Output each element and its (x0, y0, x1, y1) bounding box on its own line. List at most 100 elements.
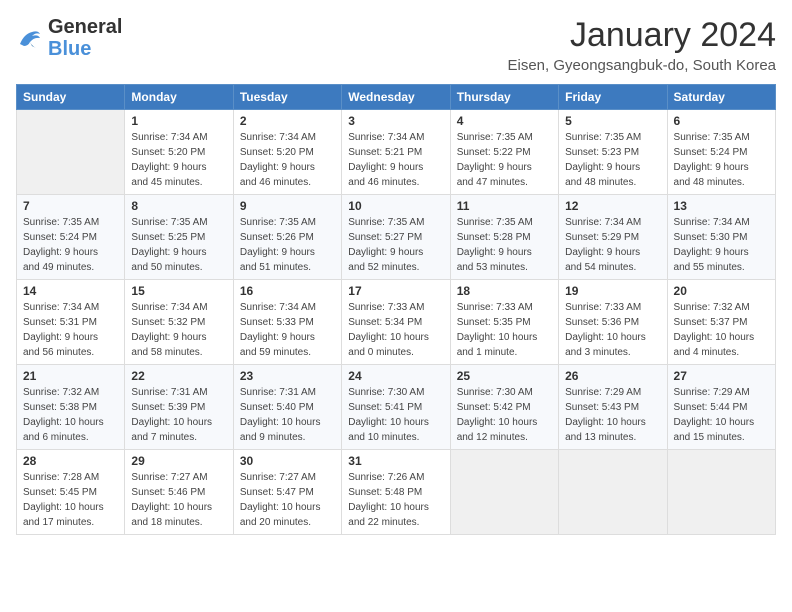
day-info: Sunrise: 7:28 AM Sunset: 5:45 PM Dayligh… (23, 470, 118, 530)
day-info: Sunrise: 7:33 AM Sunset: 5:34 PM Dayligh… (348, 300, 443, 360)
day-number: 14 (23, 284, 118, 298)
calendar-cell: 29 Sunrise: 7:27 AM Sunset: 5:46 PM Dayli… (125, 450, 233, 535)
calendar-cell: 24 Sunrise: 7:30 AM Sunset: 5:41 PM Dayli… (342, 365, 450, 450)
logo-icon (16, 24, 44, 52)
day-info: Sunrise: 7:35 AM Sunset: 5:28 PM Dayligh… (457, 215, 552, 275)
week-row-5: 28 Sunrise: 7:28 AM Sunset: 5:45 PM Dayli… (17, 450, 776, 535)
day-info: Sunrise: 7:34 AM Sunset: 5:31 PM Dayligh… (23, 300, 118, 360)
day-number: 25 (457, 369, 552, 383)
day-number: 7 (23, 199, 118, 213)
day-number: 28 (23, 454, 118, 468)
day-number: 29 (131, 454, 226, 468)
day-info: Sunrise: 7:34 AM Sunset: 5:33 PM Dayligh… (240, 300, 335, 360)
column-header-monday: Monday (125, 85, 233, 110)
logo-text: General Blue (48, 16, 122, 60)
day-number: 5 (565, 114, 660, 128)
calendar-cell: 8 Sunrise: 7:35 AM Sunset: 5:25 PM Daylig… (125, 195, 233, 280)
day-number: 16 (240, 284, 335, 298)
calendar-cell: 10 Sunrise: 7:35 AM Sunset: 5:27 PM Dayli… (342, 195, 450, 280)
calendar-cell: 26 Sunrise: 7:29 AM Sunset: 5:43 PM Dayli… (559, 365, 667, 450)
calendar-subtitle: Eisen, Gyeongsangbuk-do, South Korea (507, 57, 776, 74)
day-info: Sunrise: 7:35 AM Sunset: 5:22 PM Dayligh… (457, 130, 552, 190)
calendar-cell: 19Sunrise: 7:33 AM Sunset: 5:36 PM Dayli… (559, 280, 667, 365)
column-header-saturday: Saturday (667, 85, 775, 110)
calendar-cell: 3Sunrise: 7:34 AM Sunset: 5:21 PM Daylig… (342, 110, 450, 195)
calendar-cell (450, 450, 558, 535)
day-number: 9 (240, 199, 335, 213)
day-number: 18 (457, 284, 552, 298)
day-info: Sunrise: 7:29 AM Sunset: 5:43 PM Dayligh… (565, 385, 660, 445)
calendar-header-row: SundayMondayTuesdayWednesdayThursdayFrid… (17, 85, 776, 110)
day-number: 19 (565, 284, 660, 298)
day-number: 4 (457, 114, 552, 128)
page-header: General Blue January 2024 Eisen, Gyeongs… (16, 16, 776, 74)
day-number: 30 (240, 454, 335, 468)
calendar-cell: 20Sunrise: 7:32 AM Sunset: 5:37 PM Dayli… (667, 280, 775, 365)
calendar-cell: 22 Sunrise: 7:31 AM Sunset: 5:39 PM Dayli… (125, 365, 233, 450)
day-info: Sunrise: 7:34 AM Sunset: 5:32 PM Dayligh… (131, 300, 226, 360)
day-number: 31 (348, 454, 443, 468)
day-number: 12 (565, 199, 660, 213)
calendar-cell: 12 Sunrise: 7:34 AM Sunset: 5:29 PM Dayli… (559, 195, 667, 280)
day-number: 6 (674, 114, 769, 128)
day-info: Sunrise: 7:34 AM Sunset: 5:30 PM Dayligh… (674, 215, 769, 275)
day-info: Sunrise: 7:27 AM Sunset: 5:46 PM Dayligh… (131, 470, 226, 530)
calendar-cell: 6Sunrise: 7:35 AM Sunset: 5:24 PM Daylig… (667, 110, 775, 195)
week-row-2: 7 Sunrise: 7:35 AM Sunset: 5:24 PM Daylig… (17, 195, 776, 280)
day-info: Sunrise: 7:35 AM Sunset: 5:27 PM Dayligh… (348, 215, 443, 275)
day-info: Sunrise: 7:35 AM Sunset: 5:25 PM Dayligh… (131, 215, 226, 275)
day-number: 1 (131, 114, 226, 128)
day-info: Sunrise: 7:32 AM Sunset: 5:37 PM Dayligh… (674, 300, 769, 360)
calendar-cell: 5 Sunrise: 7:35 AM Sunset: 5:23 PM Daylig… (559, 110, 667, 195)
calendar-cell: 4 Sunrise: 7:35 AM Sunset: 5:22 PM Daylig… (450, 110, 558, 195)
calendar-cell (17, 110, 125, 195)
day-info: Sunrise: 7:35 AM Sunset: 5:24 PM Dayligh… (23, 215, 118, 275)
day-number: 15 (131, 284, 226, 298)
calendar-cell: 15 Sunrise: 7:34 AM Sunset: 5:32 PM Dayli… (125, 280, 233, 365)
day-number: 11 (457, 199, 552, 213)
day-info: Sunrise: 7:30 AM Sunset: 5:42 PM Dayligh… (457, 385, 552, 445)
calendar-cell: 18 Sunrise: 7:33 AM Sunset: 5:35 PM Dayli… (450, 280, 558, 365)
calendar-cell: 16 Sunrise: 7:34 AM Sunset: 5:33 PM Dayli… (233, 280, 341, 365)
day-number: 17 (348, 284, 443, 298)
calendar-cell: 11 Sunrise: 7:35 AM Sunset: 5:28 PM Dayli… (450, 195, 558, 280)
calendar-cell: 14 Sunrise: 7:34 AM Sunset: 5:31 PM Dayli… (17, 280, 125, 365)
day-info: Sunrise: 7:26 AM Sunset: 5:48 PM Dayligh… (348, 470, 443, 530)
column-header-friday: Friday (559, 85, 667, 110)
day-number: 13 (674, 199, 769, 213)
day-info: Sunrise: 7:27 AM Sunset: 5:47 PM Dayligh… (240, 470, 335, 530)
title-block: January 2024 Eisen, Gyeongsangbuk-do, So… (507, 16, 776, 74)
calendar-title: January 2024 (507, 16, 776, 55)
calendar-cell (559, 450, 667, 535)
day-number: 8 (131, 199, 226, 213)
calendar-cell: 25 Sunrise: 7:30 AM Sunset: 5:42 PM Dayli… (450, 365, 558, 450)
day-info: Sunrise: 7:31 AM Sunset: 5:39 PM Dayligh… (131, 385, 226, 445)
day-info: Sunrise: 7:35 AM Sunset: 5:26 PM Dayligh… (240, 215, 335, 275)
day-number: 22 (131, 369, 226, 383)
day-info: Sunrise: 7:34 AM Sunset: 5:20 PM Dayligh… (131, 130, 226, 190)
day-info: Sunrise: 7:34 AM Sunset: 5:29 PM Dayligh… (565, 215, 660, 275)
week-row-1: 1 Sunrise: 7:34 AM Sunset: 5:20 PM Daylig… (17, 110, 776, 195)
day-info: Sunrise: 7:30 AM Sunset: 5:41 PM Dayligh… (348, 385, 443, 445)
calendar-cell: 9 Sunrise: 7:35 AM Sunset: 5:26 PM Daylig… (233, 195, 341, 280)
day-number: 24 (348, 369, 443, 383)
calendar-cell: 31 Sunrise: 7:26 AM Sunset: 5:48 PM Dayli… (342, 450, 450, 535)
day-number: 23 (240, 369, 335, 383)
calendar-cell: 2Sunrise: 7:34 AM Sunset: 5:20 PM Daylig… (233, 110, 341, 195)
calendar-body: 1 Sunrise: 7:34 AM Sunset: 5:20 PM Daylig… (17, 110, 776, 535)
day-number: 26 (565, 369, 660, 383)
week-row-3: 14 Sunrise: 7:34 AM Sunset: 5:31 PM Dayli… (17, 280, 776, 365)
column-header-wednesday: Wednesday (342, 85, 450, 110)
day-info: Sunrise: 7:35 AM Sunset: 5:23 PM Dayligh… (565, 130, 660, 190)
calendar-cell: 27 Sunrise: 7:29 AM Sunset: 5:44 PM Dayli… (667, 365, 775, 450)
day-number: 10 (348, 199, 443, 213)
day-number: 2 (240, 114, 335, 128)
day-info: Sunrise: 7:29 AM Sunset: 5:44 PM Dayligh… (674, 385, 769, 445)
column-header-tuesday: Tuesday (233, 85, 341, 110)
day-number: 27 (674, 369, 769, 383)
calendar-cell: 1 Sunrise: 7:34 AM Sunset: 5:20 PM Daylig… (125, 110, 233, 195)
calendar-table: SundayMondayTuesdayWednesdayThursdayFrid… (16, 84, 776, 535)
day-info: Sunrise: 7:33 AM Sunset: 5:35 PM Dayligh… (457, 300, 552, 360)
calendar-cell: 13 Sunrise: 7:34 AM Sunset: 5:30 PM Dayli… (667, 195, 775, 280)
column-header-sunday: Sunday (17, 85, 125, 110)
